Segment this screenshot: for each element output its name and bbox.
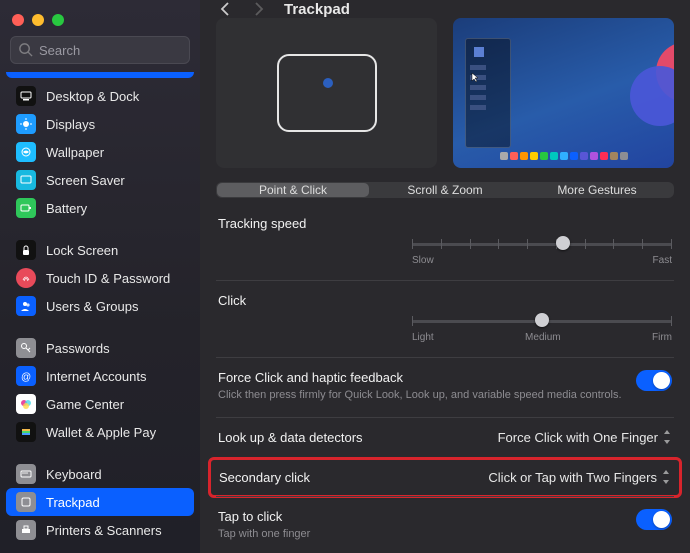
tab-bar: Point & Click Scroll & Zoom More Gesture… bbox=[216, 182, 674, 198]
page-title: Trackpad bbox=[284, 1, 350, 18]
fullscreen-icon[interactable] bbox=[52, 14, 64, 26]
sidebar-item-trackpad[interactable]: Trackpad bbox=[6, 488, 194, 516]
lookup-row: Look up & data detectors Force Click wit… bbox=[216, 417, 674, 459]
lock-icon bbox=[20, 244, 32, 256]
sidebar-item-wallpaper[interactable]: Wallpaper bbox=[6, 138, 194, 166]
sidebar-item-game-center[interactable]: Game Center bbox=[6, 390, 194, 418]
sidebar-item-label: Game Center bbox=[46, 397, 124, 412]
wallpaper-icon bbox=[20, 146, 32, 158]
force-click-row: Force Click and haptic feedback Click th… bbox=[216, 357, 674, 417]
updown-icon bbox=[662, 430, 672, 444]
tap-to-click-desc: Tap with one finger bbox=[218, 527, 310, 542]
forward-button bbox=[250, 0, 268, 18]
at-icon: @ bbox=[20, 370, 32, 382]
trackpad-outline-icon bbox=[277, 54, 377, 132]
sidebar-item-label: Trackpad bbox=[46, 495, 100, 510]
tab-more-gestures[interactable]: More Gestures bbox=[521, 183, 673, 197]
key-icon bbox=[20, 342, 32, 354]
back-button[interactable] bbox=[216, 0, 234, 18]
search-input[interactable] bbox=[10, 36, 190, 64]
sidebar-item-label: Lock Screen bbox=[46, 243, 118, 258]
force-click-label: Force Click and haptic feedback bbox=[218, 370, 622, 385]
tracking-speed-label: Tracking speed bbox=[218, 216, 672, 231]
force-click-toggle[interactable] bbox=[636, 370, 672, 391]
sidebar-item-label: Displays bbox=[46, 117, 95, 132]
sidebar-item-label: Users & Groups bbox=[46, 299, 138, 314]
sidebar-item-desktop-dock[interactable]: Desktop & Dock bbox=[6, 82, 194, 110]
svg-text:@: @ bbox=[21, 372, 31, 382]
gesture-demo-preview bbox=[453, 18, 674, 168]
sidebar-item-label: Passwords bbox=[46, 341, 110, 356]
tracking-speed-row: Tracking speed SlowFast bbox=[216, 212, 674, 280]
sidebar-item-printers[interactable]: Printers & Scanners bbox=[6, 516, 194, 544]
minimize-icon[interactable] bbox=[32, 14, 44, 26]
cursor-icon bbox=[471, 72, 481, 82]
search-icon bbox=[18, 42, 33, 57]
fingerprint-icon bbox=[20, 272, 32, 284]
sidebar-item-internet-accounts[interactable]: @ Internet Accounts bbox=[6, 362, 194, 390]
keyboard-icon bbox=[20, 468, 32, 480]
sidebar-item-lock-screen[interactable]: Lock Screen bbox=[6, 236, 194, 264]
trackpad-icon bbox=[20, 496, 32, 508]
users-icon bbox=[20, 300, 32, 312]
tap-to-click-toggle[interactable] bbox=[636, 509, 672, 530]
tracking-speed-slider[interactable] bbox=[412, 237, 672, 251]
sidebar-item-label: Keyboard bbox=[46, 467, 102, 482]
click-label: Click bbox=[218, 293, 672, 308]
sidebar-top-cutoff bbox=[6, 72, 194, 78]
screensaver-icon bbox=[20, 174, 32, 186]
secondary-click-select[interactable]: Click or Tap with Two Fingers bbox=[488, 470, 671, 485]
lookup-label: Look up & data detectors bbox=[218, 430, 363, 445]
updown-icon bbox=[661, 470, 671, 484]
click-slider[interactable] bbox=[412, 314, 672, 328]
sidebar-item-screen-saver[interactable]: Screen Saver bbox=[6, 166, 194, 194]
tab-scroll-zoom[interactable]: Scroll & Zoom bbox=[369, 183, 521, 197]
chevron-right-icon bbox=[254, 2, 264, 16]
tap-to-click-row: Tap to click Tap with one finger bbox=[216, 496, 674, 553]
sidebar-item-label: Battery bbox=[46, 201, 87, 216]
sidebar-item-passwords[interactable]: Passwords bbox=[6, 334, 194, 362]
sidebar-item-label: Touch ID & Password bbox=[46, 271, 170, 286]
displays-icon bbox=[20, 118, 32, 130]
secondary-click-row: Secondary click Click or Tap with Two Fi… bbox=[217, 470, 673, 485]
sidebar-item-battery[interactable]: Battery bbox=[6, 194, 194, 222]
sidebar-item-label: Internet Accounts bbox=[46, 369, 146, 384]
sidebar-item-users-groups[interactable]: Users & Groups bbox=[6, 292, 194, 320]
sidebar-item-label: Wallet & Apple Pay bbox=[46, 425, 156, 440]
gamecenter-icon bbox=[19, 397, 33, 411]
desktop-icon bbox=[20, 90, 32, 102]
sidebar: Desktop & Dock Displays Wallpaper Screen… bbox=[0, 0, 200, 553]
header: Trackpad bbox=[200, 0, 690, 18]
wallet-icon bbox=[20, 426, 32, 438]
printer-icon bbox=[20, 524, 32, 536]
window-controls bbox=[0, 8, 200, 36]
sidebar-item-wallet[interactable]: Wallet & Apple Pay bbox=[6, 418, 194, 446]
secondary-click-highlight: Secondary click Click or Tap with Two Fi… bbox=[208, 457, 682, 498]
sidebar-item-displays[interactable]: Displays bbox=[6, 110, 194, 138]
tab-point-click[interactable]: Point & Click bbox=[217, 183, 369, 197]
sidebar-item-label: Desktop & Dock bbox=[46, 89, 139, 104]
sidebar-item-label: Wallpaper bbox=[46, 145, 104, 160]
sidebar-item-touch-id[interactable]: Touch ID & Password bbox=[6, 264, 194, 292]
trackpad-preview bbox=[216, 18, 437, 168]
close-icon[interactable] bbox=[12, 14, 24, 26]
lookup-select[interactable]: Force Click with One Finger bbox=[498, 430, 672, 445]
sidebar-item-label: Screen Saver bbox=[46, 173, 125, 188]
battery-icon bbox=[20, 202, 32, 214]
chevron-left-icon bbox=[220, 2, 230, 16]
sidebar-item-label: Printers & Scanners bbox=[46, 523, 162, 538]
click-row: Click LightMediumFirm bbox=[216, 280, 674, 357]
force-click-desc: Click then press firmly for Quick Look, … bbox=[218, 388, 622, 403]
main-content: Trackpad Point & Click Scroll & Zoom Mor… bbox=[200, 0, 690, 553]
tap-to-click-label: Tap to click bbox=[218, 509, 310, 524]
secondary-click-label: Secondary click bbox=[219, 470, 310, 485]
sidebar-item-keyboard[interactable]: Keyboard bbox=[6, 460, 194, 488]
